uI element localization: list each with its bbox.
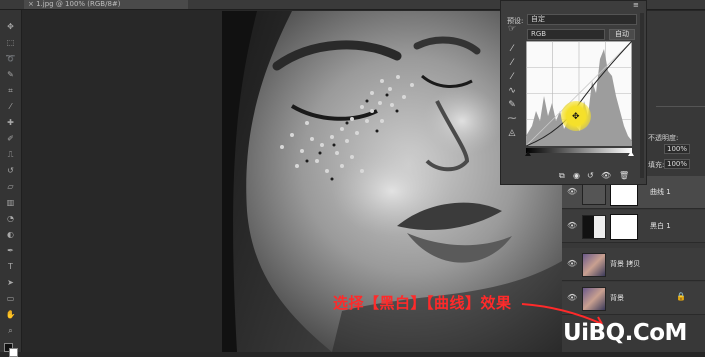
clip-to-layer-icon[interactable]: ⧉ [559,171,565,181]
opacity-label: 不透明度: [648,134,679,142]
dodge-tool-icon[interactable]: ◐ [4,230,17,239]
move-tool-icon[interactable]: ✥ [4,22,17,31]
white-input-slider[interactable] [628,151,634,156]
document-tab[interactable]: × 1.jpg @ 100% (RGB/8#) [24,0,188,9]
layer-thumbnail [582,253,606,277]
eye-icon[interactable]: 👁 [567,221,577,230]
layers-tab-strip [656,96,705,107]
move-cursor-icon: ✥ [572,112,580,122]
edit-points-curve-icon[interactable]: ∿ [505,86,519,96]
eyedropper-tool-icon[interactable]: ⁄ [4,102,17,111]
channel-dropdown[interactable]: RGB [527,29,605,40]
layer-name: 背景 [610,294,624,302]
layer-mask-thumb [610,214,638,240]
stamp-tool-icon[interactable]: ⎍ [4,150,17,159]
layer-name: 背景 拷贝 [610,260,641,268]
blur-tool-icon[interactable]: ◔ [4,214,17,223]
layer-row-blackwhite[interactable]: 👁 黑白 1 [562,210,705,243]
eraser-tool-icon[interactable]: ▱ [4,182,17,191]
tools-panel: ✥ ⬚ ➰ ✎ ⌗ ⁄ ✚ ✐ ⎍ ↺ ▱ ▥ ◔ ◐ ✒ T ➤ ▭ ✋ ⌕ [0,10,22,357]
properties-scrollbar[interactable] [640,13,644,178]
crop-tool-icon[interactable]: ⌗ [4,86,17,95]
fill-label: 填充: [648,161,665,169]
marquee-tool-icon[interactable]: ⬚ [4,38,17,47]
eye-icon[interactable]: 👁 [567,259,577,268]
blackwhite-adjustment-icon [582,215,606,239]
view-previous-icon[interactable]: ◉ [573,171,580,180]
black-input-slider[interactable] [525,151,531,156]
brush-tool-icon[interactable]: ✐ [4,134,17,143]
pen-tool-icon[interactable]: ✒ [4,246,17,255]
path-select-tool-icon[interactable]: ➤ [4,278,17,287]
visibility-icon[interactable]: 👁 [601,171,611,180]
delete-icon[interactable]: 🗑 [619,171,629,180]
type-tool-icon[interactable]: T [4,262,17,271]
hand-tool-icon[interactable]: ✋ [4,310,17,319]
eye-icon[interactable]: 👁 [567,187,577,196]
auto-button[interactable]: 自动 [609,29,635,40]
clipping-warning-icon[interactable]: ◬ [505,128,519,138]
lasso-tool-icon[interactable]: ➰ [4,54,17,63]
input-gradient-bar [526,148,632,153]
gradient-tool-icon[interactable]: ▥ [4,198,17,207]
gray-point-eyedropper-icon[interactable]: ⁄ [505,58,519,68]
zoom-tool-icon[interactable]: ⌕ [4,326,17,335]
opacity-field[interactable]: 100% [664,144,691,154]
on-image-adjust-icon[interactable]: ☞ [505,24,519,34]
draw-curve-pencil-icon[interactable]: ✎ [505,100,519,110]
layer-name: 曲线 1 [650,188,671,196]
black-point-eyedropper-icon[interactable]: ⁄ [505,44,519,54]
lock-icon: 🔒 [676,292,686,301]
watermark-logo: UiBQ.CoM [563,320,687,346]
layer-name: 黑白 1 [650,222,671,230]
background-color-swatch[interactable] [9,348,18,357]
reset-icon[interactable]: ↺ [587,171,594,180]
shape-tool-icon[interactable]: ▭ [4,294,17,303]
history-brush-tool-icon[interactable]: ↺ [4,166,17,175]
healing-tool-icon[interactable]: ✚ [4,118,17,127]
annotation-caption: 选择【黑白】【曲线】效果 [333,294,512,312]
preset-dropdown[interactable]: 自定 [527,14,637,25]
fill-field[interactable]: 100% [664,159,691,169]
layer-row-background-copy[interactable]: 👁 背景 拷贝 [562,248,705,281]
smooth-curve-icon[interactable]: ⁓ [505,114,519,124]
quick-select-tool-icon[interactable]: ✎ [4,70,17,79]
panel-menu-icon[interactable]: ≡ [633,1,643,10]
white-point-eyedropper-icon[interactable]: ⁄ [505,72,519,82]
